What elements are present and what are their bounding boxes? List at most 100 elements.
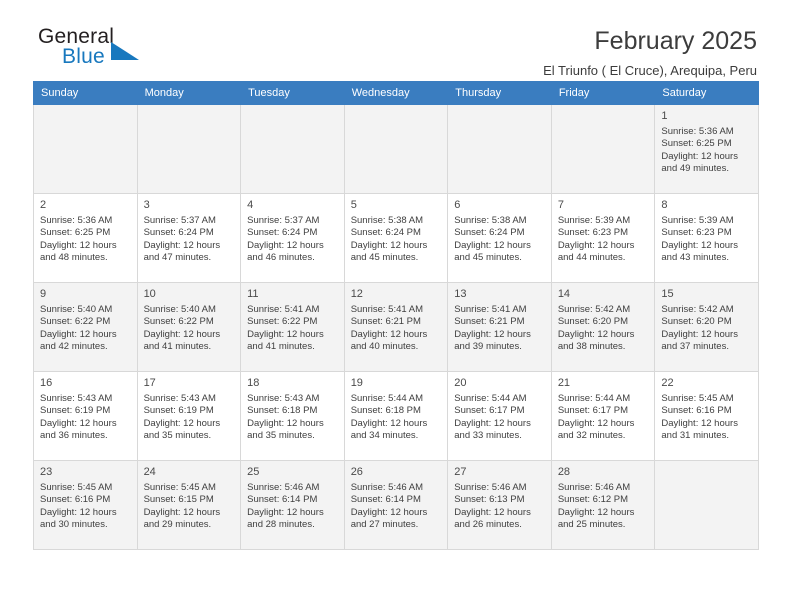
- daylight-text-line2: and 49 minutes.: [661, 163, 729, 175]
- sunset-text: Sunset: 6:19 PM: [143, 405, 214, 417]
- calendar-day-cell[interactable]: 8 Sunrise: 5:39 AM Sunset: 6:23 PM Daylight…: [654, 193, 759, 283]
- day-cell-content: 17 Sunrise: 5:43 AM Sunset: 6:19 PM Dayligh…: [138, 372, 241, 443]
- calendar-day-cell[interactable]: 20 Sunrise: 5:44 AM Sunset: 6:17 PM Dayligh…: [447, 371, 552, 461]
- day-cell-content: 1 Sunrise: 5:36 AM Sunset: 6:25 PM Daylight…: [655, 105, 758, 176]
- day-number: 25: [247, 466, 260, 478]
- daylight-text-line1: Daylight: 12 hours: [143, 506, 221, 518]
- daylight-text-line2: and 48 minutes.: [40, 252, 108, 264]
- daylight-text-line1: Daylight: 12 hours: [350, 417, 428, 429]
- calendar-day-cell[interactable]: 27 Sunrise: 5:46 AM Sunset: 6:13 PM Dayligh…: [447, 460, 552, 550]
- daylight-text-line2: and 27 minutes.: [350, 519, 419, 531]
- day-sun-info: Sunrise: 5:37 AM Sunset: 6:24 PM Daylight:…: [144, 215, 236, 265]
- calendar-day-cell[interactable]: 25 Sunrise: 5:46 AM Sunset: 6:14 PM Dayligh…: [240, 460, 345, 550]
- sunset-text: Sunset: 6:22 PM: [247, 316, 318, 328]
- sunset-text: Sunset: 6:18 PM: [247, 405, 318, 417]
- daylight-text-line2: and 43 minutes.: [661, 252, 729, 264]
- sunrise-text: Sunrise: 5:45 AM: [661, 393, 734, 404]
- calendar-day-cell[interactable]: 7 Sunrise: 5:39 AM Sunset: 6:23 PM Daylight…: [550, 193, 656, 283]
- sunrise-text: Sunrise: 5:46 AM: [247, 482, 320, 493]
- day-sun-info: Sunrise: 5:44 AM Sunset: 6:18 PM Daylight:…: [351, 393, 443, 443]
- day-cell-content: 24 Sunrise: 5:45 AM Sunset: 6:15 PM Dayligh…: [138, 461, 241, 532]
- sunrise-text: Sunrise: 5:42 AM: [557, 304, 631, 315]
- calendar-day-cell[interactable]: 12 Sunrise: 5:41 AM Sunset: 6:21 PM Dayligh…: [343, 282, 449, 372]
- calendar-day-cell[interactable]: 5 Sunrise: 5:38 AM Sunset: 6:24 PM Daylight…: [343, 193, 449, 283]
- calendar-day-cell[interactable]: 22 Sunrise: 5:45 AM Sunset: 6:16 PM Dayligh…: [654, 371, 759, 461]
- daylight-text-line1: Daylight: 12 hours: [40, 239, 117, 251]
- calendar-day-cell[interactable]: 16 Sunrise: 5:43 AM Sunset: 6:19 PM Dayligh…: [33, 371, 138, 461]
- calendar-day-cell[interactable]: 21 Sunrise: 5:44 AM Sunset: 6:17 PM Dayligh…: [550, 371, 656, 461]
- calendar-day-cell[interactable]: 2 Sunrise: 5:36 AM Sunset: 6:25 PM Daylight…: [33, 193, 138, 283]
- calendar-day-cell[interactable]: 10 Sunrise: 5:40 AM Sunset: 6:22 PM Dayligh…: [136, 282, 242, 372]
- day-cell-content: 13 Sunrise: 5:41 AM Sunset: 6:21 PM Dayligh…: [448, 283, 551, 354]
- calendar-day-cell[interactable]: 13 Sunrise: 5:41 AM Sunset: 6:21 PM Dayligh…: [447, 282, 552, 372]
- daylight-text-line1: Daylight: 12 hours: [350, 328, 428, 340]
- day-number: 2: [40, 199, 47, 211]
- daylight-text-line2: and 26 minutes.: [454, 519, 522, 531]
- day-cell-content: 14 Sunrise: 5:42 AM Sunset: 6:20 PM Dayligh…: [552, 283, 655, 354]
- day-cell-content: 3 Sunrise: 5:37 AM Sunset: 6:24 PM Daylight…: [138, 194, 241, 265]
- calendar-day-cell[interactable]: 15 Sunrise: 5:42 AM Sunset: 6:20 PM Dayligh…: [654, 282, 759, 372]
- day-sun-info: Sunrise: 5:45 AM Sunset: 6:15 PM Daylight:…: [144, 482, 236, 532]
- day-number: 1: [661, 110, 668, 122]
- daylight-text-line2: and 28 minutes.: [247, 519, 315, 531]
- day-cell-content: 4 Sunrise: 5:37 AM Sunset: 6:24 PM Daylight…: [241, 194, 344, 265]
- day-number: 9: [40, 288, 47, 300]
- daylight-text-line1: Daylight: 12 hours: [454, 506, 531, 518]
- weekday-header-friday: Friday: [550, 81, 656, 105]
- day-sun-info: Sunrise: 5:46 AM Sunset: 6:12 PM Daylight:…: [558, 482, 650, 532]
- sunrise-text: Sunrise: 5:43 AM: [143, 393, 216, 404]
- calendar-week-row: 23 Sunrise: 5:45 AM Sunset: 6:16 PM Dayligh…: [33, 460, 759, 550]
- sunrise-text: Sunrise: 5:44 AM: [557, 393, 631, 404]
- day-number: 21: [557, 377, 571, 389]
- sunset-text: Sunset: 6:19 PM: [40, 405, 111, 417]
- calendar-day-cell[interactable]: 23 Sunrise: 5:45 AM Sunset: 6:16 PM Dayligh…: [33, 460, 138, 550]
- sunrise-text: Sunrise: 5:46 AM: [557, 482, 631, 493]
- calendar-day-cell[interactable]: 14 Sunrise: 5:42 AM Sunset: 6:20 PM Dayligh…: [550, 282, 656, 372]
- day-sun-info: Sunrise: 5:41 AM Sunset: 6:21 PM Daylight:…: [454, 304, 546, 354]
- sunset-text: Sunset: 6:20 PM: [557, 316, 629, 328]
- calendar-day-cell[interactable]: 4 Sunrise: 5:37 AM Sunset: 6:24 PM Daylight…: [240, 193, 345, 283]
- calendar-day-cell[interactable]: 17 Sunrise: 5:43 AM Sunset: 6:19 PM Dayligh…: [136, 371, 242, 461]
- calendar-day-cell[interactable]: 6 Sunrise: 5:38 AM Sunset: 6:24 PM Daylight…: [447, 193, 552, 283]
- day-cell-content: 16 Sunrise: 5:43 AM Sunset: 6:19 PM Dayligh…: [34, 372, 137, 443]
- day-number: 26: [350, 466, 363, 478]
- day-cell-content: 12 Sunrise: 5:41 AM Sunset: 6:21 PM Dayligh…: [345, 283, 448, 354]
- day-cell-content: 10 Sunrise: 5:40 AM Sunset: 6:22 PM Dayligh…: [138, 283, 241, 354]
- day-sun-info: Sunrise: 5:39 AM Sunset: 6:23 PM Daylight:…: [661, 215, 753, 265]
- sunset-text: Sunset: 6:21 PM: [454, 316, 525, 328]
- daylight-text-line2: and 47 minutes.: [143, 252, 212, 264]
- day-number: 17: [143, 377, 156, 389]
- day-sun-info: Sunrise: 5:46 AM Sunset: 6:14 PM Daylight:…: [351, 482, 443, 532]
- calendar-day-cell[interactable]: 24 Sunrise: 5:45 AM Sunset: 6:15 PM Dayligh…: [136, 460, 242, 550]
- day-sun-info: Sunrise: 5:38 AM Sunset: 6:24 PM Daylight:…: [454, 215, 546, 265]
- calendar-day-cell-empty: [33, 104, 138, 194]
- calendar-day-cell[interactable]: 19 Sunrise: 5:44 AM Sunset: 6:18 PM Dayligh…: [343, 371, 449, 461]
- day-sun-info: Sunrise: 5:40 AM Sunset: 6:22 PM Daylight:…: [40, 304, 132, 354]
- calendar-day-cell[interactable]: 26 Sunrise: 5:46 AM Sunset: 6:14 PM Dayligh…: [343, 460, 449, 550]
- day-number: 10: [143, 288, 156, 300]
- calendar-day-cell-empty: [240, 104, 345, 194]
- daylight-text-line2: and 29 minutes.: [143, 519, 212, 531]
- day-cell-content: 20 Sunrise: 5:44 AM Sunset: 6:17 PM Dayligh…: [448, 372, 551, 443]
- sunset-text: Sunset: 6:13 PM: [454, 494, 525, 506]
- sunrise-text: Sunrise: 5:39 AM: [557, 215, 631, 226]
- calendar-day-cell[interactable]: 3 Sunrise: 5:37 AM Sunset: 6:24 PM Daylight…: [136, 193, 242, 283]
- daylight-text-line1: Daylight: 12 hours: [40, 506, 117, 518]
- sunrise-text: Sunrise: 5:45 AM: [40, 482, 113, 493]
- daylight-text-line2: and 40 minutes.: [350, 341, 419, 353]
- calendar-day-cell-empty: [654, 460, 759, 550]
- daylight-text-line2: and 36 minutes.: [40, 430, 108, 442]
- day-cell-content: 7 Sunrise: 5:39 AM Sunset: 6:23 PM Daylight…: [552, 194, 655, 265]
- calendar-day-cell[interactable]: 9 Sunrise: 5:40 AM Sunset: 6:22 PM Daylight…: [33, 282, 138, 372]
- daylight-text-line1: Daylight: 12 hours: [247, 506, 324, 518]
- calendar-day-cell[interactable]: 18 Sunrise: 5:43 AM Sunset: 6:18 PM Dayligh…: [240, 371, 345, 461]
- calendar-day-cell[interactable]: 11 Sunrise: 5:41 AM Sunset: 6:22 PM Dayligh…: [240, 282, 345, 372]
- daylight-text-line1: Daylight: 12 hours: [350, 506, 428, 518]
- calendar-day-cell[interactable]: 28 Sunrise: 5:46 AM Sunset: 6:12 PM Dayligh…: [550, 460, 656, 550]
- day-cell-content: 28 Sunrise: 5:46 AM Sunset: 6:12 PM Dayligh…: [552, 461, 655, 532]
- general-blue-logo[interactable]: General Blue: [33, 26, 145, 74]
- sunrise-text: Sunrise: 5:45 AM: [143, 482, 216, 493]
- calendar-day-cell[interactable]: 1 Sunrise: 5:36 AM Sunset: 6:25 PM Daylight…: [654, 104, 759, 194]
- calendar-day-cell-empty: [447, 104, 552, 194]
- daylight-text-line2: and 41 minutes.: [247, 341, 315, 353]
